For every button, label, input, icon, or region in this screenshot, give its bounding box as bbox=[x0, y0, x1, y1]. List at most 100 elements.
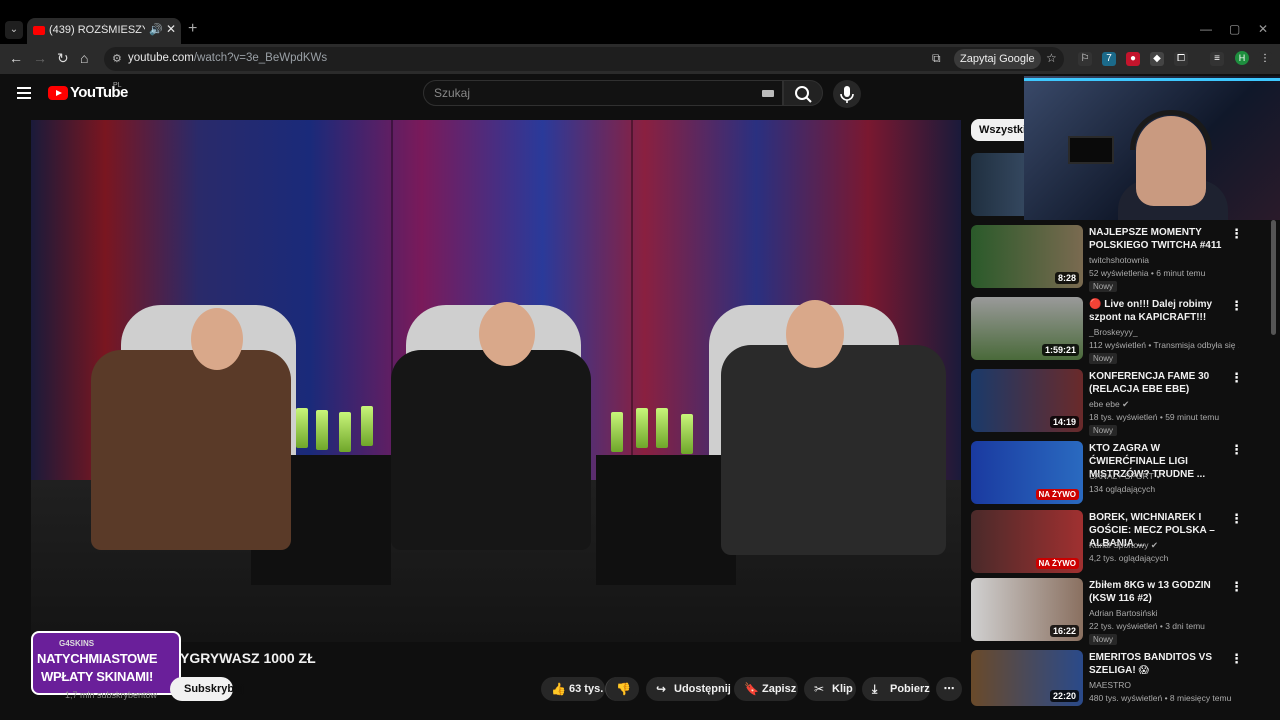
duration: 16:22 bbox=[1049, 625, 1079, 637]
channel-name[interactable]: MAESTRO bbox=[1089, 680, 1131, 690]
thumbnail[interactable]: 8:28 bbox=[971, 225, 1083, 288]
new-tab-button[interactable]: + bbox=[188, 20, 197, 38]
thumbnail[interactable]: 22:20 bbox=[971, 650, 1083, 706]
video-meta: 18 tys. wyświetleń • 59 minut temu bbox=[1089, 412, 1220, 422]
channel-name[interactable]: Adrian Bartosiński bbox=[1089, 608, 1158, 618]
browser-tab[interactable]: (439) ROZŚMIESZYSZ NAS 🔊 ✕ bbox=[27, 18, 181, 44]
more-vertical-icon[interactable]: ⋮ bbox=[1230, 511, 1243, 527]
close-tab-icon[interactable]: ✕ bbox=[166, 22, 176, 36]
side-table bbox=[596, 455, 736, 585]
scissors-icon: ✂ bbox=[814, 682, 825, 696]
extensions-puzzle-icon[interactable]: ⧠ bbox=[1174, 52, 1188, 66]
channel-name[interactable]: _Broskeyyy_ bbox=[1089, 327, 1138, 337]
channel-name[interactable]: twitchshotownia bbox=[1089, 255, 1149, 265]
home-button[interactable]: ⌂ bbox=[80, 50, 88, 66]
thumbs-up-icon: 👍 bbox=[551, 682, 566, 696]
drink-can bbox=[361, 406, 373, 446]
save-button[interactable]: 🔖 Zapisz bbox=[734, 677, 798, 701]
new-badge: Nowy bbox=[1089, 281, 1118, 292]
bookmark-star-icon[interactable]: ☆ bbox=[1046, 51, 1057, 65]
youtube-favicon-icon bbox=[33, 26, 45, 35]
search-box bbox=[423, 80, 783, 106]
thumbnail[interactable]: NA ŻYWO bbox=[971, 441, 1083, 504]
speaker-icon[interactable]: 🔊 bbox=[149, 23, 163, 36]
drink-can bbox=[316, 410, 328, 450]
thumbnail[interactable]: NA ŻYWO bbox=[971, 510, 1083, 573]
streamer-webcam-overlay bbox=[1024, 76, 1280, 220]
download-button[interactable]: ⤓ Pobierz bbox=[862, 677, 930, 701]
video-meta: 4,2 tys. oglądających bbox=[1089, 553, 1169, 563]
back-button[interactable]: ← bbox=[9, 50, 23, 66]
person-black-outfit bbox=[391, 350, 591, 550]
more-vertical-icon[interactable]: ⋮ bbox=[1230, 651, 1243, 667]
extension-icon[interactable]: ● bbox=[1126, 52, 1140, 66]
more-vertical-icon[interactable]: ⋮ bbox=[1230, 579, 1243, 595]
more-vertical-icon[interactable]: ⋮ bbox=[1230, 442, 1243, 458]
more-actions-button[interactable]: ⋯ bbox=[936, 677, 962, 701]
share-label: Udostępnij bbox=[674, 683, 731, 695]
dislike-button[interactable]: 👎 bbox=[605, 677, 639, 701]
thumbnail[interactable]: 14:19 bbox=[971, 369, 1083, 432]
duration: 22:20 bbox=[1049, 690, 1079, 702]
minimize-window-button[interactable]: — bbox=[1200, 22, 1212, 36]
country-code: PL bbox=[113, 82, 122, 89]
ask-google-button[interactable]: Zapytaj Google bbox=[954, 49, 1041, 69]
url-text: youtube.com/watch?v=3e_BeWpdKWs bbox=[128, 52, 328, 64]
more-vertical-icon[interactable]: ⋮ bbox=[1230, 370, 1243, 386]
extension-icon[interactable]: ⚐ bbox=[1078, 52, 1092, 66]
voice-search-button[interactable] bbox=[833, 80, 861, 108]
new-badge: Nowy bbox=[1089, 634, 1118, 645]
search-input[interactable] bbox=[434, 86, 734, 100]
site-info-icon[interactable]: ⚙ bbox=[112, 52, 122, 65]
install-app-icon[interactable]: ⧉ bbox=[932, 51, 941, 66]
address-bar[interactable]: ⚙ youtube.com/watch?v=3e_BeWpdKWs ⧉ Zapy… bbox=[104, 47, 1064, 71]
recommended-title[interactable]: Zbiłem 8KG w 13 GODZIN (KSW 116 #2) bbox=[1089, 579, 1227, 605]
duration: 8:28 bbox=[1054, 272, 1079, 284]
new-badge: Nowy bbox=[1089, 425, 1118, 436]
promo-line-1: NATYCHMIASTOWE bbox=[37, 651, 158, 666]
drink-can bbox=[681, 414, 693, 454]
recommended-title[interactable]: KONFERENCJA FAME 30 (RELACJA EBE EBE) bbox=[1089, 370, 1227, 396]
curtain-fold bbox=[631, 120, 633, 480]
drink-can bbox=[296, 408, 308, 448]
thumbnail[interactable]: 16:22 bbox=[971, 578, 1083, 641]
close-window-button[interactable]: ✕ bbox=[1258, 22, 1268, 36]
video-player[interactable] bbox=[31, 120, 961, 642]
subscribe-button[interactable]: Subskrybuj bbox=[170, 677, 244, 701]
browser-menu-icon[interactable]: ⋮ bbox=[1258, 52, 1272, 66]
keyboard-icon[interactable] bbox=[762, 90, 774, 97]
person-head bbox=[191, 308, 243, 370]
media-controls-icon[interactable]: ≡ bbox=[1210, 52, 1224, 66]
recommended-title[interactable]: EMERITOS BANDITOS VS SZELIGA! 😱 bbox=[1089, 651, 1227, 677]
tab-search-button[interactable]: ⌄ bbox=[5, 21, 23, 39]
like-button[interactable]: 👍 63 tys. bbox=[541, 677, 605, 701]
live-badge: NA ŻYWO bbox=[1035, 489, 1079, 500]
more-vertical-icon[interactable]: ⋮ bbox=[1230, 298, 1243, 314]
person-grey-hoodie bbox=[721, 345, 946, 555]
recommended-title[interactable]: NAJLEPSZE MOMENTY POLSKIEGO TWITCHA #411 bbox=[1089, 226, 1227, 252]
promo-banner[interactable]: G4SKINS NATYCHMIASTOWE WPŁATY SKINAMI! bbox=[31, 631, 181, 695]
share-button[interactable]: ↪ Udostępnij bbox=[646, 677, 731, 701]
sidebar-scrollbar[interactable] bbox=[1271, 220, 1276, 335]
forward-button[interactable]: → bbox=[33, 50, 47, 66]
menu-icon[interactable] bbox=[17, 87, 31, 99]
like-count: 63 tys. bbox=[569, 683, 604, 695]
extension-icon[interactable]: 7 bbox=[1102, 52, 1116, 66]
more-vertical-icon[interactable]: ⋮ bbox=[1230, 226, 1243, 242]
channel-name[interactable]: ebe ebe ✔ bbox=[1089, 399, 1129, 410]
thumbs-down-icon: 👎 bbox=[616, 682, 631, 696]
thumbnail[interactable]: 1:59:21 bbox=[971, 297, 1083, 360]
profile-avatar[interactable]: H bbox=[1235, 51, 1249, 65]
recommended-title[interactable]: 🔴 Live on!!! Dalej robimy szpont na KAPI… bbox=[1089, 298, 1227, 324]
channel-name[interactable]: Kanał Sportowy ✔ bbox=[1089, 540, 1158, 551]
video-meta: 480 tys. wyświetleń • 8 miesięcy temu bbox=[1089, 693, 1232, 703]
channel-name[interactable]: CANAL+ SPORT ✔ bbox=[1089, 471, 1163, 482]
clip-button[interactable]: ✂ Klip bbox=[804, 677, 856, 701]
search-button[interactable] bbox=[783, 80, 823, 106]
person-head bbox=[479, 302, 535, 366]
maximize-window-button[interactable]: ▢ bbox=[1229, 22, 1240, 36]
extension-icon[interactable]: ◆ bbox=[1150, 52, 1164, 66]
youtube-logo-icon[interactable] bbox=[48, 86, 68, 100]
reload-button[interactable]: ↻ bbox=[57, 50, 69, 67]
person-brown-tracksuit bbox=[91, 350, 291, 550]
